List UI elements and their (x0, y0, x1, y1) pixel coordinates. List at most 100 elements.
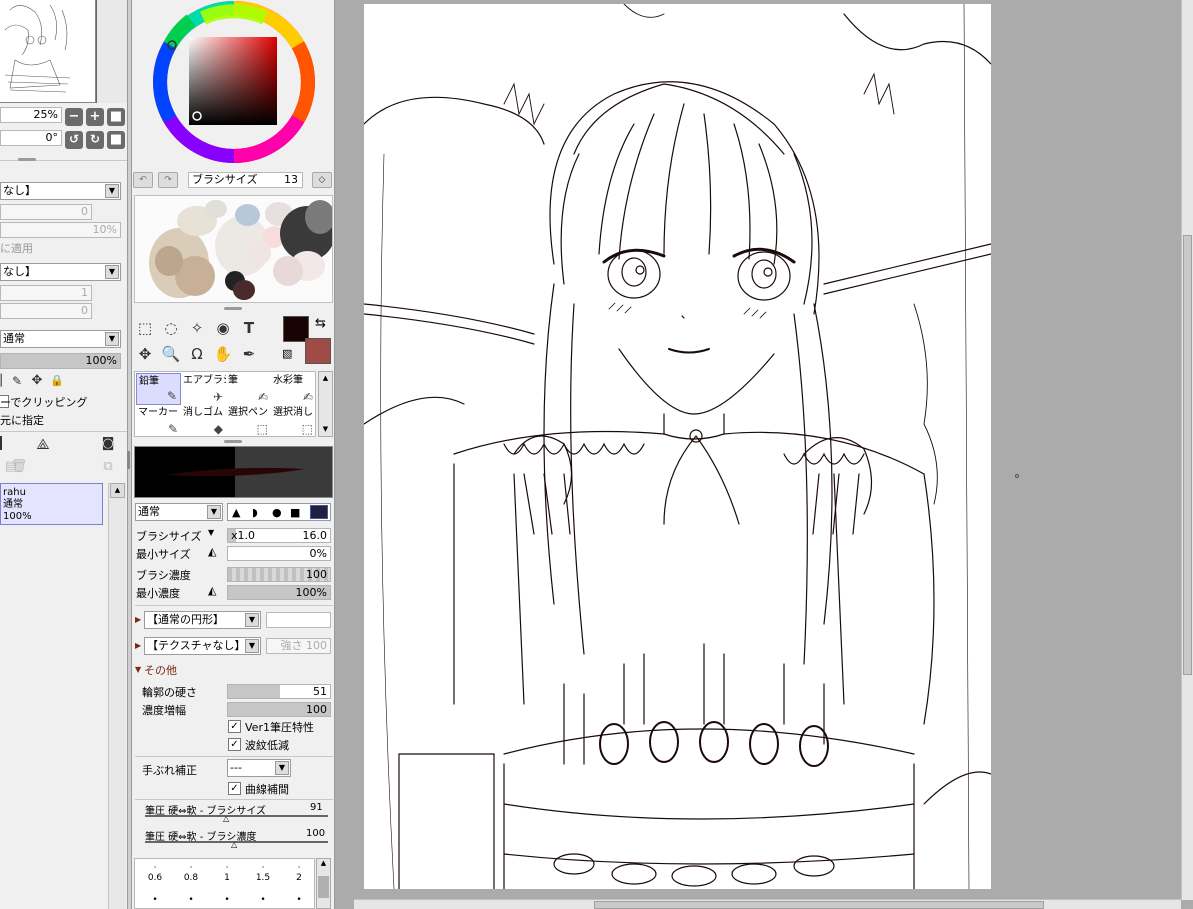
preset-dot[interactable]: • (281, 895, 317, 905)
brush-pencil[interactable]: 鉛筆 ✎ (136, 373, 181, 405)
pen-icon[interactable]: ✎ (6, 370, 28, 392)
preset-dot[interactable]: • (209, 895, 245, 905)
ver1-pressure-checkbox[interactable]: ✓ (228, 720, 241, 733)
pressure-size-handle[interactable]: △ (223, 814, 229, 823)
expand-shape-icon[interactable]: ▶ (135, 615, 141, 624)
preset-dot[interactable]: · 1.5 (245, 863, 281, 883)
pressure-density-handle[interactable]: △ (231, 840, 237, 849)
brush-grid-scrollbar[interactable]: ▲ ▼ (318, 371, 333, 437)
preset-dot[interactable]: · 0.8 (173, 863, 209, 883)
eraser-mode-icon[interactable]: ◇ (312, 172, 332, 188)
layer-opacity-slider[interactable]: 100% (0, 353, 121, 369)
zoom-in-button[interactable]: + (86, 108, 104, 126)
eyedropper-icon[interactable]: ✒ (238, 343, 260, 365)
density-gain-slider[interactable]: 100 (227, 702, 331, 717)
preset-dot[interactable]: · 1 (209, 863, 245, 883)
background-color-swatch[interactable] (305, 338, 331, 364)
collapse-other-icon[interactable]: ▼ (135, 665, 141, 674)
brush-brush[interactable]: 筆 ✍ (226, 373, 271, 405)
swap-colors-icon[interactable]: ⇆ (315, 316, 326, 331)
move-icon[interactable]: ✥ (26, 370, 48, 392)
brush-select-eraser[interactable]: 選択消し ⬚ (271, 405, 316, 437)
rotation-reset-button[interactable]: ■ (107, 131, 125, 149)
lasso-icon[interactable]: ◌ (160, 317, 182, 339)
shape-flat-icon[interactable] (310, 505, 328, 519)
shape-peak-icon[interactable]: ▲ (232, 506, 240, 519)
preset-dot[interactable]: · 2 (281, 863, 317, 883)
layer-effect-combo[interactable]: なし】 ▼ (0, 263, 121, 281)
new-layer-set-icon[interactable]: ⟁ (32, 433, 54, 455)
brush-size-slider[interactable]: x1.0 16.0 (227, 528, 331, 543)
mask-icon[interactable]: ◙ (97, 433, 119, 455)
trash-icon[interactable]: 🗑 (8, 456, 30, 478)
lock-icon[interactable]: 🔒 (46, 370, 68, 392)
transparent-color-icon[interactable]: ▧ (282, 347, 296, 361)
brush-eraser[interactable]: 消しゴム ◆ (181, 405, 226, 437)
canvas-area[interactable] (354, 0, 1193, 909)
min-size-pressure-icon[interactable]: ◭ (208, 545, 216, 558)
magic-wand-icon[interactable]: ✧ (186, 317, 208, 339)
preset-dot[interactable]: · 0.6 (137, 863, 173, 883)
preset-dot[interactable]: • (137, 895, 173, 905)
stabilizer-combo[interactable]: --- ▼ (227, 759, 291, 777)
new-layer-icon[interactable] (0, 436, 2, 450)
rotate-tool-icon[interactable]: Ω (186, 343, 208, 365)
rotate-left-icon[interactable]: ↺ (65, 131, 83, 149)
rotate-right-icon[interactable]: ↻ (86, 131, 104, 149)
brush-size-field[interactable]: ブラシサイズ 13 (188, 172, 303, 188)
curve-interp-checkbox[interactable]: ✓ (228, 782, 241, 795)
brush-grip[interactable] (224, 440, 242, 443)
paper-texture-combo[interactable]: なし】 ▼ (0, 182, 121, 200)
zoom-out-button[interactable]: − (65, 108, 83, 126)
brush-marker[interactable]: マーカー ✎ (136, 405, 181, 437)
brush-blend-combo[interactable]: 通常 ▼ (135, 503, 223, 521)
rect-select-icon[interactable]: ⬚ (134, 317, 156, 339)
blend-mode-combo[interactable]: 通常 ▼ (0, 330, 121, 348)
text-tool-icon[interactable]: T (238, 317, 260, 339)
move-tool-icon[interactable]: ✥ (134, 343, 156, 365)
merge-icon[interactable]: ⧉ (97, 456, 119, 478)
navigator-thumbnail[interactable] (0, 0, 96, 103)
min-size-slider[interactable]: 0% (227, 546, 331, 561)
color-wheel[interactable] (151, 0, 317, 164)
zoom-reset-button[interactable]: ■ (107, 108, 125, 126)
zoom-field[interactable]: 25% (0, 107, 62, 123)
panel-grip[interactable] (18, 158, 36, 161)
undo-icon[interactable]: ↶ (133, 172, 153, 188)
layer-list-scrollbar[interactable]: ▲ (108, 483, 126, 909)
preset-dot[interactable]: • (245, 895, 281, 905)
pressure-size-track[interactable] (145, 815, 328, 817)
rotation-field[interactable]: 0° (0, 130, 62, 146)
min-density-pressure-icon[interactable]: ◭ (208, 584, 216, 597)
density-slider[interactable]: 100 (227, 567, 331, 582)
scratch-grip[interactable] (224, 307, 242, 310)
fill-bucket-icon[interactable]: ◉ (212, 317, 234, 339)
layer-item[interactable]: rahu 通常 100% (0, 483, 103, 525)
preset-dot[interactable]: • (173, 895, 209, 905)
horizontal-scrollbar[interactable] (354, 899, 1181, 909)
ripple-reduce-checkbox[interactable]: ✓ (228, 738, 241, 751)
splitter-grip[interactable] (127, 451, 130, 469)
shape-dome-icon[interactable]: ◗ (252, 506, 258, 519)
zoom-tool-icon[interactable]: 🔍 (160, 343, 182, 365)
presets-scrollbar[interactable]: ▲ (316, 858, 331, 909)
edge-hardness-slider[interactable]: 51 (227, 684, 331, 699)
redo-icon[interactable]: ↷ (158, 172, 178, 188)
brush-watercolor[interactable]: 水彩筆 ✍ (271, 373, 316, 405)
drawing-canvas[interactable] (364, 4, 991, 889)
shape-square-icon[interactable]: ■ (290, 506, 300, 519)
min-density-slider[interactable]: 100% (227, 585, 331, 600)
brush-size-label: ブラシサイズ (192, 173, 258, 186)
brush-airbrush[interactable]: エアブラシ✈ (181, 373, 226, 405)
size-dropdown-icon[interactable]: ▼ (208, 528, 214, 537)
brush-select-pen[interactable]: 選択ペン ⬚ (226, 405, 271, 437)
brush-shape-selector[interactable]: ▲ ◗ ● ■ (227, 503, 331, 521)
shape-round-icon[interactable]: ● (272, 506, 282, 519)
effect-strength-field: 0 (0, 303, 92, 319)
hand-tool-icon[interactable]: ✋ (212, 343, 234, 365)
scratch-pad[interactable] (134, 195, 333, 303)
brush-texture-combo[interactable]: 【テクスチャなし】 ▼ (144, 637, 261, 655)
expand-texture-icon[interactable]: ▶ (135, 641, 141, 650)
brush-shape-combo[interactable]: 【通常の円形】 ▼ (144, 611, 261, 629)
vertical-scrollbar[interactable] (1181, 0, 1193, 900)
